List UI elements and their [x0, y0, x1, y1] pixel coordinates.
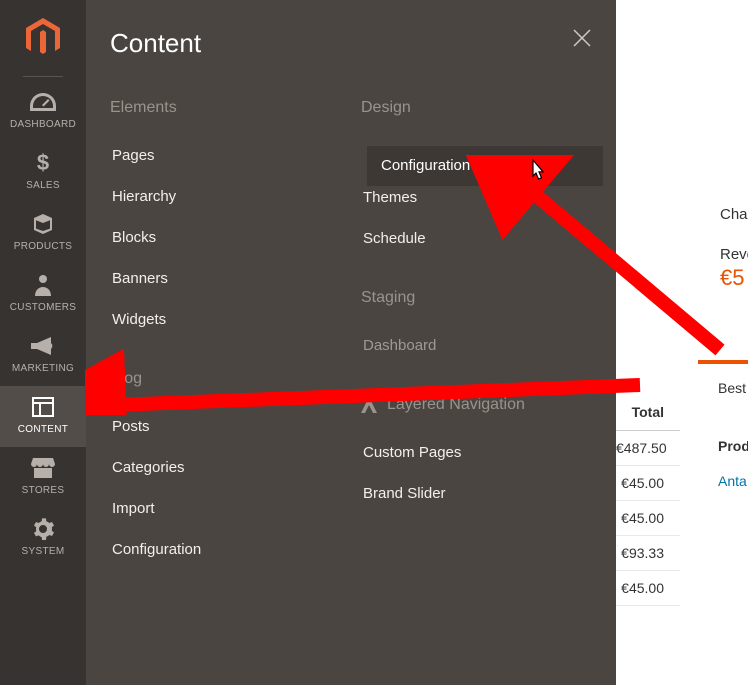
amasty-icon — [361, 397, 377, 413]
menu-link-blog-configuration[interactable]: Configuration — [110, 529, 341, 570]
group-heading-blog: Blog — [110, 370, 341, 388]
content-submenu-flyout: Content Elements Pages Hierarchy Blocks … — [86, 0, 616, 685]
dollar-icon: $ — [37, 152, 49, 174]
tab-bestsellers[interactable]: Best — [710, 374, 748, 408]
rail-item-marketing[interactable]: MARKETING — [0, 325, 86, 386]
group-heading-layered-navigation: Layered Navigation — [361, 396, 592, 414]
chart-label: Cha — [720, 206, 748, 223]
menu-link-widgets[interactable]: Widgets — [110, 299, 341, 340]
menu-link-brand-slider[interactable]: Brand Slider — [361, 473, 592, 514]
menu-link-label: Configuration — [367, 146, 603, 185]
rail-item-products[interactable]: PRODUCTS — [0, 203, 86, 264]
rail-item-stores[interactable]: STORES — [0, 447, 86, 508]
column-header-product: Prod — [710, 428, 748, 464]
rail-label: MARKETING — [12, 363, 74, 374]
menu-link-blocks[interactable]: Blocks — [110, 217, 341, 258]
stat-label-revenue: Reve — [720, 246, 748, 263]
menu-link-import[interactable]: Import — [110, 488, 341, 529]
stat-value-revenue: €5 — [720, 265, 748, 291]
menu-link-categories[interactable]: Categories — [110, 447, 341, 488]
menu-link-pages[interactable]: Pages — [110, 135, 341, 176]
tab-active-indicator — [698, 360, 748, 364]
rail-label: CUSTOMERS — [10, 302, 76, 313]
rail-label: DASHBOARD — [10, 119, 76, 130]
divider — [23, 76, 63, 77]
gear-icon — [32, 518, 54, 540]
menu-link-custom-pages[interactable]: Custom Pages — [361, 432, 592, 473]
menu-link-hierarchy[interactable]: Hierarchy — [110, 176, 341, 217]
menu-link-staging-dashboard[interactable]: Dashboard — [361, 325, 592, 366]
box-icon — [32, 213, 54, 235]
rail-label: CONTENT — [18, 424, 68, 435]
rail-label: SYSTEM — [22, 546, 65, 557]
rail-item-content[interactable]: CONTENT — [0, 386, 86, 447]
admin-nav-rail: DASHBOARD $ SALES PRODUCTS CUSTOMERS MAR… — [0, 0, 86, 685]
table-cell: €45.00 — [616, 571, 680, 606]
rail-label: PRODUCTS — [14, 241, 73, 252]
rail-item-system[interactable]: SYSTEM — [0, 508, 86, 569]
layout-icon — [32, 396, 54, 418]
menu-link-schedule[interactable]: Schedule — [361, 218, 592, 259]
storefront-icon — [31, 457, 55, 479]
group-heading-label: Layered Navigation — [387, 396, 525, 414]
rail-item-sales[interactable]: $ SALES — [0, 142, 86, 203]
close-button[interactable] — [572, 28, 592, 48]
table-cell: €45.00 — [616, 501, 680, 536]
gauge-icon — [30, 91, 56, 113]
table-cell: €93.33 — [616, 536, 680, 571]
menu-link-banners[interactable]: Banners — [110, 258, 341, 299]
table-cell: €487.50 — [616, 431, 680, 466]
rail-label: STORES — [22, 485, 65, 496]
megaphone-icon — [31, 335, 55, 357]
rail-item-dashboard[interactable]: DASHBOARD — [0, 81, 86, 142]
menu-link-posts[interactable]: Posts — [110, 406, 341, 447]
person-icon — [35, 274, 51, 296]
flyout-column-left: Elements Pages Hierarchy Blocks Banners … — [110, 93, 341, 570]
dashboard-totals-column: Total €487.50 €45.00 €45.00 €93.33 €45.0… — [616, 398, 680, 606]
menu-link-design-configuration[interactable]: Configuration — [367, 146, 603, 186]
group-heading-design: Design — [361, 99, 592, 117]
group-heading-staging: Staging — [361, 289, 592, 307]
flyout-title: Content — [110, 28, 592, 59]
column-header-total: Total — [616, 398, 680, 431]
dashboard-bestsellers-column: Best Prod Anta — [710, 374, 748, 498]
rail-item-customers[interactable]: CUSTOMERS — [0, 264, 86, 325]
magento-logo-icon — [26, 18, 60, 58]
rail-label: SALES — [26, 180, 60, 191]
table-cell: Anta — [710, 464, 748, 498]
group-heading-elements: Elements — [110, 99, 341, 117]
table-cell: €45.00 — [616, 466, 680, 501]
